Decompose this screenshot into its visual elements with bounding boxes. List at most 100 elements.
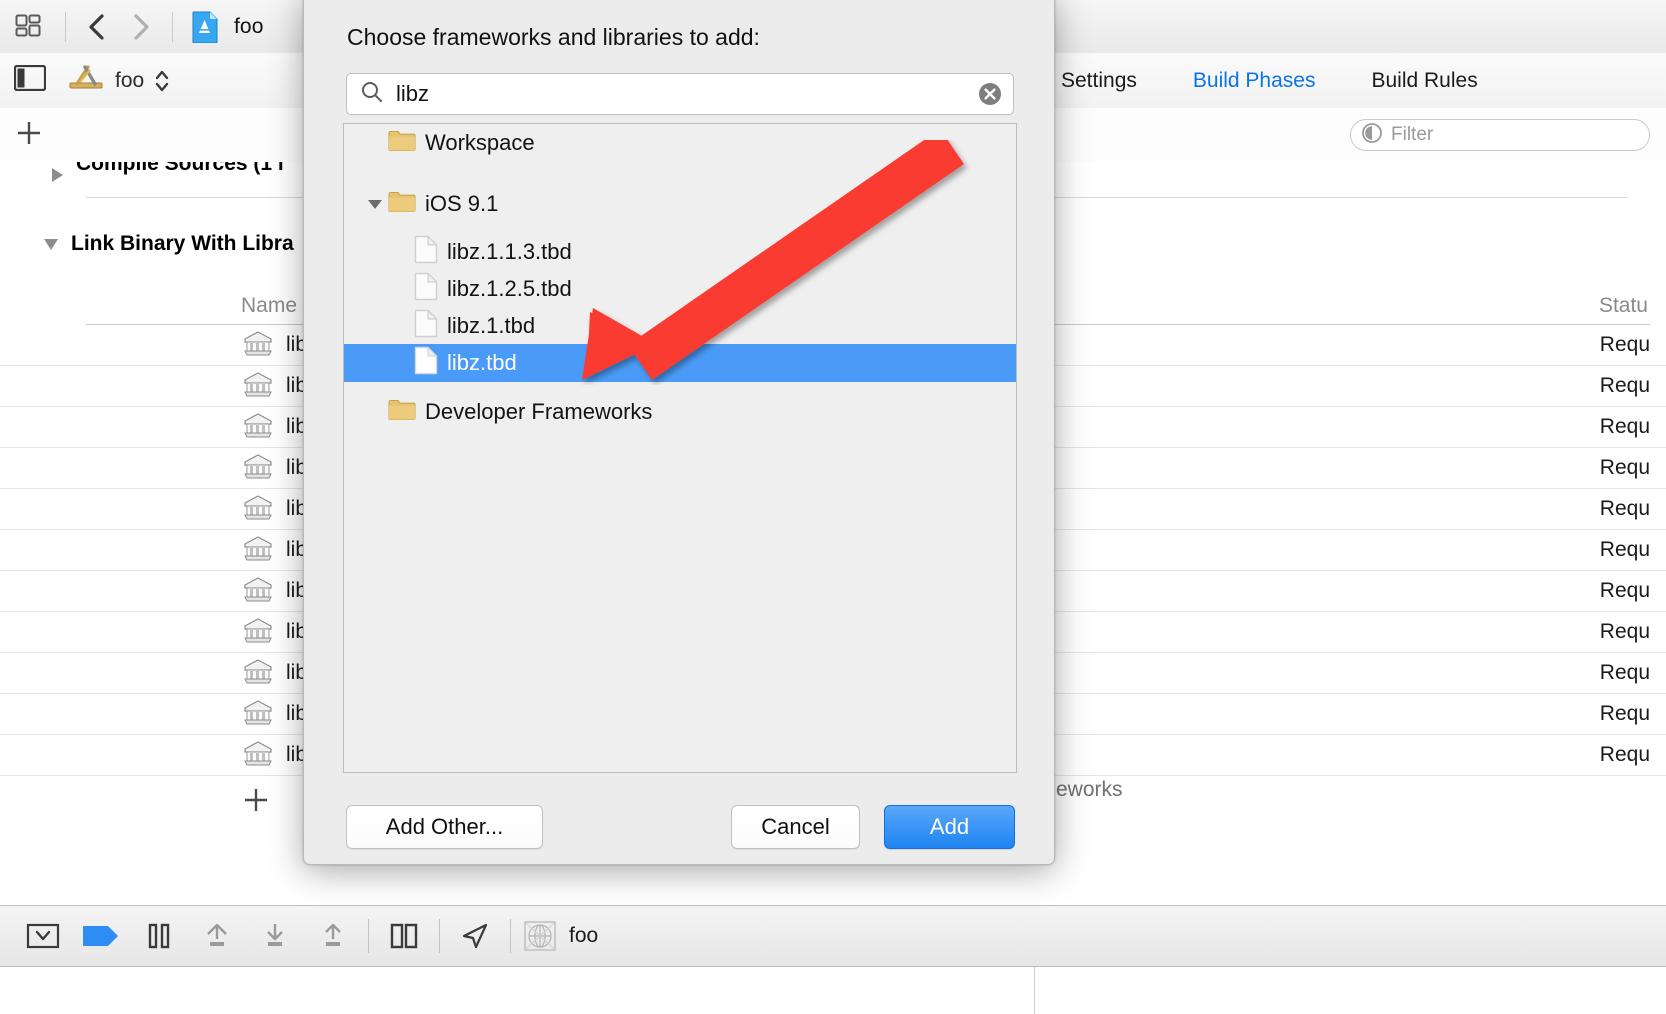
filter-toggle-icon[interactable] <box>14 905 72 967</box>
library-icon <box>241 451 275 486</box>
list-item-label: libz.tbd <box>447 350 517 375</box>
toolbar-divider-1 <box>65 11 66 42</box>
forward-chevron-icon[interactable] <box>119 0 163 53</box>
back-chevron-icon[interactable] <box>75 0 119 53</box>
view-hierarchy-icon[interactable] <box>517 905 563 967</box>
clear-search-icon[interactable] <box>977 81 1003 107</box>
breakpoint-icon[interactable] <box>72 905 130 967</box>
cell-status[interactable]: Requ <box>1301 497 1650 521</box>
cell-status[interactable]: Requ <box>1301 333 1650 357</box>
target-icon <box>68 64 104 97</box>
list-item[interactable]: Workspace <box>344 124 1016 161</box>
folder-icon <box>388 129 416 157</box>
phase-title: Compile Sources (1 i <box>76 162 284 175</box>
cancel-button[interactable]: Cancel <box>731 805 860 849</box>
frameworks-list[interactable]: Workspace iOS 9.1 libz.1.1.3.tbd libz.1.… <box>343 123 1017 773</box>
console-split-icon[interactable] <box>375 905 433 967</box>
step-over-icon[interactable] <box>188 905 246 967</box>
library-icon <box>241 533 275 568</box>
file-icon <box>414 346 438 380</box>
disclosure-triangle-icon[interactable] <box>366 195 388 213</box>
filter-placeholder: Filter <box>1391 124 1434 145</box>
cell-status[interactable]: Requ <box>1301 456 1650 480</box>
add-phase-button[interactable] <box>14 118 44 153</box>
cell-status[interactable]: Requ <box>1301 743 1650 767</box>
search-icon <box>360 80 384 109</box>
bottom-pane <box>0 967 1666 1014</box>
filter-input[interactable]: Filter <box>1350 119 1650 151</box>
step-into-icon[interactable] <box>246 905 304 967</box>
debug-bottom-bar: foo <box>0 905 1666 967</box>
filter-icon <box>1361 122 1383 149</box>
folder-icon <box>388 398 416 426</box>
file-icon <box>414 235 438 269</box>
phase-title: Link Binary With Libra <box>71 232 294 255</box>
list-item-selected[interactable]: libz.tbd <box>344 344 1016 382</box>
search-value: libz <box>396 81 430 106</box>
library-icon <box>241 492 275 527</box>
pause-icon[interactable] <box>130 905 188 967</box>
window-title: foo <box>234 14 264 38</box>
list-item-label: libz.1.1.3.tbd <box>447 238 572 264</box>
list-item[interactable]: libz.1.tbd <box>344 307 1016 344</box>
folder-icon <box>388 190 416 218</box>
bottom-bar-divider-3 <box>510 919 511 953</box>
app-document-icon[interactable] <box>188 0 222 53</box>
chevron-updown-icon[interactable] <box>154 68 170 94</box>
cell-status[interactable]: Requ <box>1301 661 1650 685</box>
tab-settings[interactable]: Settings <box>1061 69 1137 93</box>
list-item[interactable]: libz.1.2.5.tbd <box>344 270 1016 307</box>
bottom-bar-divider-1 <box>368 919 369 953</box>
list-item-label: Workspace <box>425 129 535 155</box>
sheet-title: Choose frameworks and libraries to add: <box>347 24 760 50</box>
list-item-label: iOS 9.1 <box>425 190 499 216</box>
library-icon <box>241 328 275 363</box>
sheet-button-row: Add Other... Cancel Add <box>304 797 1056 857</box>
library-icon <box>241 410 275 445</box>
library-icon <box>241 369 275 404</box>
add-button[interactable]: Add <box>884 805 1015 849</box>
jump-bar-target-label[interactable]: foo <box>115 69 144 93</box>
bottom-bar-divider-2 <box>439 919 440 953</box>
cell-status[interactable]: Requ <box>1301 415 1650 439</box>
toolbar-divider-2 <box>172 11 173 42</box>
list-item-label: Developer Frameworks <box>425 398 653 424</box>
editor-tabs: Settings Build Phases Build Rules <box>1031 53 1666 108</box>
screen: foo foo Settings Build Phases Build Rule… <box>0 0 1666 1014</box>
library-icon <box>241 656 275 691</box>
cell-status[interactable]: Requ <box>1301 374 1650 398</box>
file-icon <box>414 272 438 306</box>
tab-build-phases[interactable]: Build Phases <box>1193 69 1316 93</box>
list-item[interactable]: libz.1.1.3.tbd <box>344 233 1016 270</box>
bottom-pane-divider <box>1034 967 1035 1014</box>
add-library-button[interactable] <box>241 785 271 820</box>
add-other-button[interactable]: Add Other... <box>346 805 543 849</box>
cell-status[interactable]: Requ <box>1301 579 1650 603</box>
scheme-label: foo <box>569 924 599 947</box>
list-item[interactable]: Developer Frameworks <box>344 393 1016 430</box>
search-input[interactable]: libz <box>346 73 1014 115</box>
list-item-label: libz.1.tbd <box>447 312 536 338</box>
column-header-status[interactable]: Statu <box>1301 294 1650 318</box>
sidebar-pane-toggle-icon[interactable] <box>13 64 47 96</box>
location-arrow-icon[interactable] <box>446 905 504 967</box>
editor-footnote: eworks <box>1056 778 1123 801</box>
file-icon <box>414 309 438 343</box>
cell-status[interactable]: Requ <box>1301 538 1650 562</box>
cell-status[interactable]: Requ <box>1301 702 1650 726</box>
disclosure-triangle-icon[interactable] <box>44 238 58 250</box>
library-icon <box>241 615 275 650</box>
list-item[interactable]: iOS 9.1 <box>344 185 1016 222</box>
step-out-icon[interactable] <box>304 905 362 967</box>
sub-bar-right: Filter <box>1031 108 1666 162</box>
library-icon <box>241 738 275 773</box>
list-item-label: libz.1.2.5.tbd <box>447 275 572 301</box>
disclosure-triangle-icon[interactable] <box>52 168 63 182</box>
choose-frameworks-sheet: Choose frameworks and libraries to add: … <box>303 0 1055 865</box>
tab-build-rules[interactable]: Build Rules <box>1371 69 1477 93</box>
navigator-toggle-icon[interactable] <box>0 0 56 53</box>
cell-status[interactable]: Requ <box>1301 620 1650 644</box>
library-icon <box>241 697 275 732</box>
